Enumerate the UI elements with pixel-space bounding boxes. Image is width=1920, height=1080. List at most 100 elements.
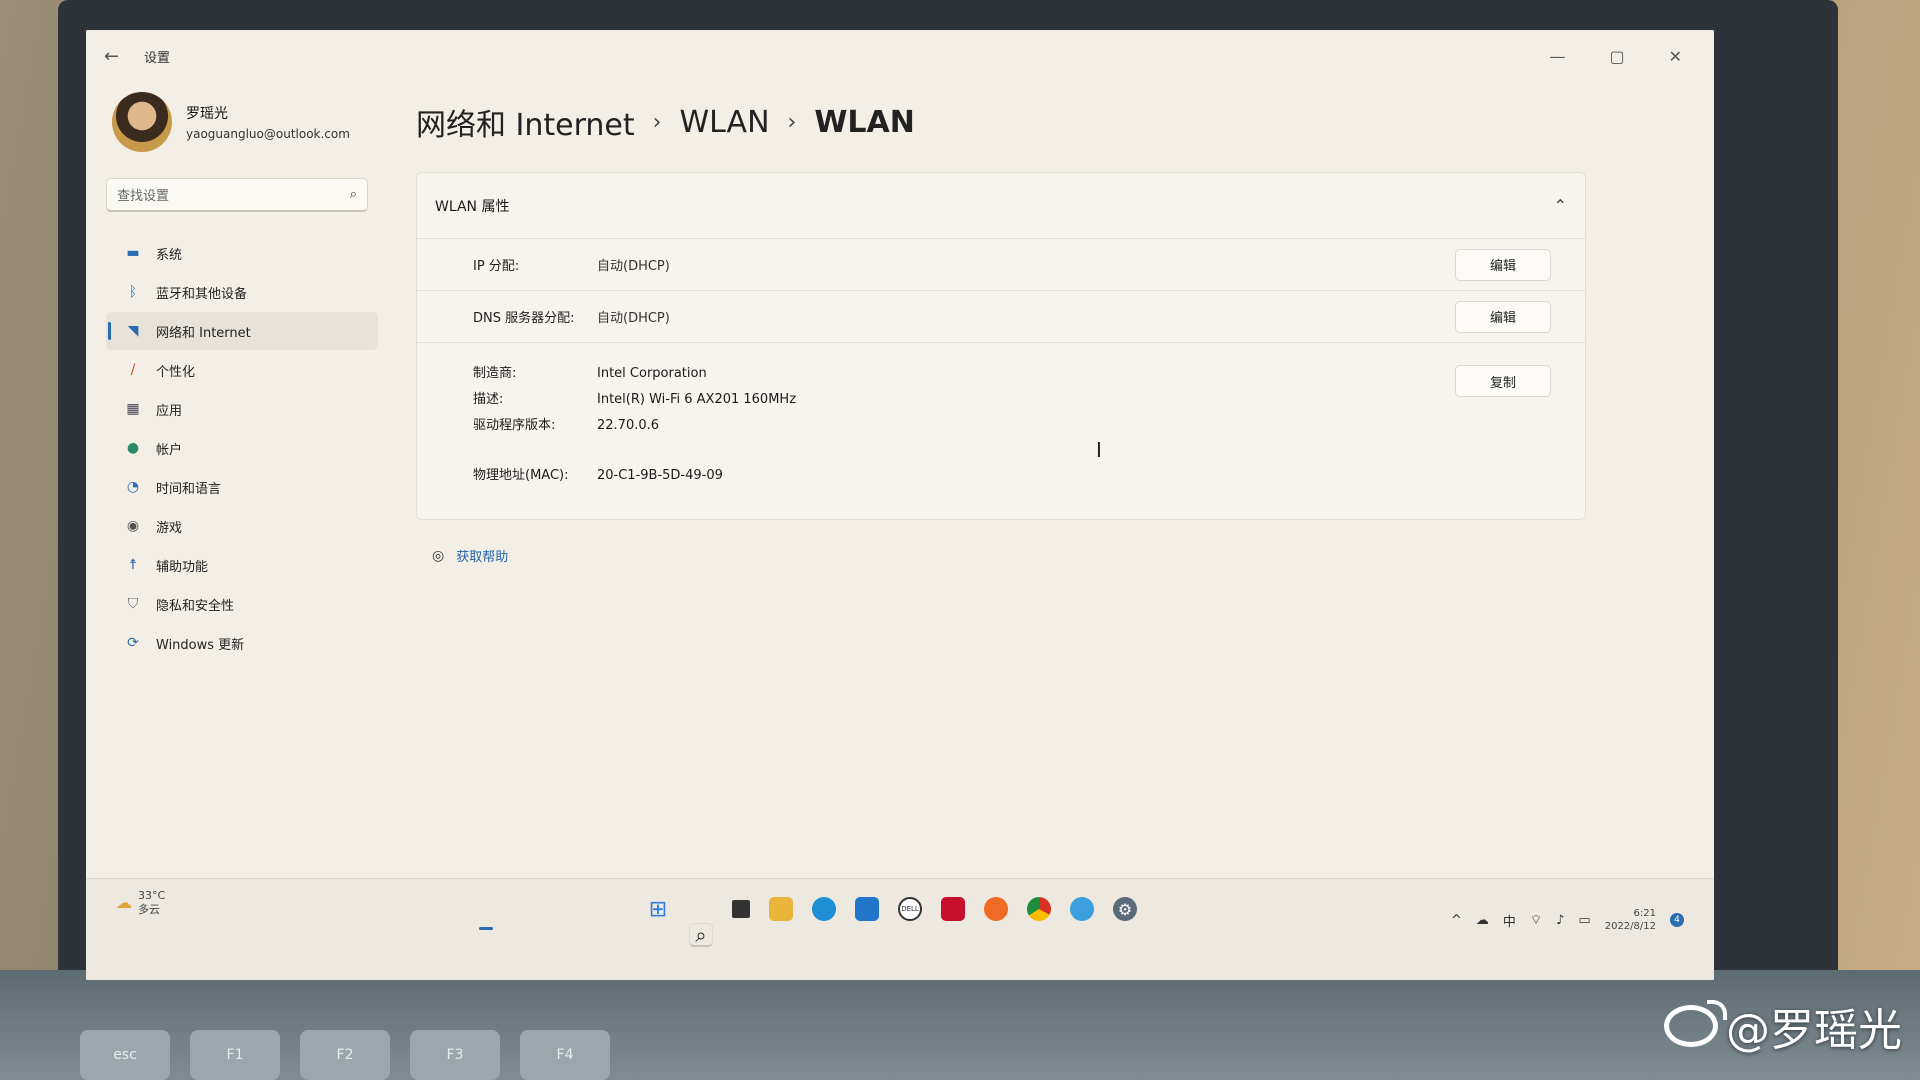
wifi-icon: ◥ — [127, 323, 139, 339]
help-label: 获取帮助 — [456, 550, 509, 565]
weather-temp: 33°C — [138, 889, 166, 902]
update-icon: ⟳ — [127, 635, 139, 651]
window-controls: — ▢ ✕ — [1549, 47, 1696, 66]
get-help-link[interactable]: ◎ 获取帮助 — [416, 546, 1606, 566]
sidebar-item-time-language[interactable]: ◔ 时间和语言 — [106, 468, 378, 506]
mac-row: 物理地址(MAC): 20-C1-9B-5D-49-09 — [473, 463, 1455, 489]
sidebar-item-gaming[interactable]: ◉ 游戏 — [106, 507, 378, 545]
sidebar-item-accounts[interactable]: ● 帐户 — [106, 429, 378, 467]
key-f3: F3 — [410, 1030, 500, 1080]
clock-date: 2022/8/12 — [1604, 921, 1656, 932]
edit-ip-button[interactable]: 编辑 — [1455, 248, 1551, 281]
network-icon[interactable]: ⌔ — [1530, 912, 1542, 928]
chrome-icon[interactable] — [1027, 897, 1051, 921]
active-app-indicator — [479, 927, 493, 930]
clock-time: 6:21 — [1633, 908, 1656, 919]
weibo-logo-icon — [1664, 1000, 1727, 1047]
weather-widget[interactable]: ☁ 33°C 多云 — [116, 889, 165, 917]
sidebar-item-accessibility[interactable]: ☨ 辅助功能 — [106, 546, 378, 584]
sidebar-item-label: 帐户 — [156, 442, 183, 458]
mac-label: 物理地址(MAC): — [473, 468, 569, 483]
chevron-right-icon: › — [787, 109, 797, 135]
search-placeholder: 查找设置 — [117, 189, 170, 204]
file-explorer-icon[interactable] — [769, 897, 793, 921]
breadcrumb: 网络和 Internet › WLAN › WLAN — [416, 92, 1606, 152]
mcafee-icon[interactable] — [941, 897, 965, 921]
screen: ← 设置 — ▢ ✕ 罗瑶光 yaoguangluo@outlook.com 查… — [86, 30, 1714, 980]
sidebar-item-system[interactable]: ▬ 系统 — [106, 234, 378, 272]
avatar — [112, 92, 172, 152]
clock[interactable]: 6:21 2022/8/12 — [1605, 907, 1656, 933]
main-content: 网络和 Internet › WLAN › WLAN WLAN 属性 ⌃ IP … — [416, 92, 1606, 565]
card-header[interactable]: WLAN 属性 ⌃ — [417, 173, 1585, 239]
chevron-up-icon[interactable]: ⌃ — [1554, 196, 1567, 215]
description-value: Intel(R) Wi-Fi 6 AX201 160MHz — [597, 392, 797, 407]
search-icon[interactable]: ⌕ — [689, 923, 713, 947]
bluetooth-icon: ᛒ — [128, 284, 138, 300]
sidebar-item-label: 游戏 — [156, 520, 183, 536]
sidebar-item-personalization[interactable]: / 个性化 — [106, 351, 378, 389]
dell-icon[interactable]: DELL — [898, 897, 922, 921]
settings-gear-icon[interactable]: ⚙ — [1113, 897, 1137, 921]
search-icon[interactable]: ⌕ — [350, 187, 357, 202]
firefox-icon[interactable] — [984, 897, 1008, 921]
ip-label: IP 分配: — [473, 259, 520, 274]
cloud-icon[interactable]: ☁ — [1476, 913, 1489, 928]
sidebar-item-label: 应用 — [156, 403, 183, 419]
description-label: 描述: — [473, 392, 504, 407]
sidebar-item-label: 个性化 — [156, 364, 196, 380]
edit-dns-button[interactable]: 编辑 — [1455, 300, 1551, 333]
sidebar-item-apps[interactable]: ▦ 应用 — [106, 390, 378, 428]
settings-window: ← 设置 — ▢ ✕ 罗瑶光 yaoguangluo@outlook.com 查… — [86, 30, 1714, 878]
dns-label: DNS 服务器分配: — [473, 311, 575, 326]
chevron-up-icon[interactable]: ^ — [1451, 913, 1462, 928]
sidebar-item-privacy[interactable]: ⛉ 隐私和安全性 — [106, 585, 378, 623]
breadcrumb-wlan[interactable]: WLAN — [679, 105, 769, 140]
profile-email: yaoguangluo@outlook.com — [186, 127, 350, 141]
gamepad-icon: ◉ — [126, 518, 140, 534]
sidebar-item-windows-update[interactable]: ⟳ Windows 更新 — [106, 624, 378, 662]
mac-value: 20-C1-9B-5D-49-09 — [597, 468, 723, 483]
breadcrumb-network[interactable]: 网络和 Internet — [416, 100, 635, 144]
windows-start-icon[interactable]: ⊞ — [646, 897, 670, 922]
weibo-watermark: @罗瑶光 — [1664, 994, 1902, 1058]
volume-icon[interactable]: ♪ — [1556, 913, 1564, 928]
key-esc: esc — [80, 1030, 170, 1080]
driver-row: 驱动程序版本: 22.70.0.6 — [473, 413, 1455, 439]
display-icon: ▬ — [126, 245, 140, 261]
globe-clock-icon: ◔ — [126, 479, 140, 495]
battery-icon[interactable]: ▭ — [1578, 913, 1590, 928]
sidebar-item-label: 系统 — [156, 247, 183, 263]
window-title: 设置 — [144, 50, 171, 66]
internet-explorer-icon[interactable] — [1070, 897, 1094, 921]
laptop-keyboard — [0, 970, 1920, 1080]
ime-indicator[interactable]: 中 — [1503, 911, 1516, 930]
shield-icon: ⛉ — [127, 596, 139, 612]
key-f2: F2 — [300, 1030, 390, 1080]
store-icon[interactable] — [855, 897, 879, 921]
close-icon[interactable]: ✕ — [1669, 47, 1682, 66]
sidebar-item-label: 网络和 Internet — [156, 325, 251, 341]
key-f1: F1 — [190, 1030, 280, 1080]
maximize-icon[interactable]: ▢ — [1609, 47, 1624, 66]
key-f4: F4 — [520, 1030, 610, 1080]
watermark-text: @罗瑶光 — [1726, 1005, 1902, 1056]
back-arrow-icon[interactable]: ← — [104, 46, 132, 67]
system-tray: ^ ☁ 中 ⌔ ♪ ▭ 6:21 2022/8/12 4 — [1451, 907, 1684, 933]
edge-icon[interactable] — [812, 897, 836, 921]
dns-value: 自动(DHCP) — [597, 311, 670, 326]
sidebar-item-bluetooth[interactable]: ᛒ 蓝牙和其他设备 — [106, 273, 378, 311]
sidebar-item-network[interactable]: ◥ 网络和 Internet — [106, 312, 378, 350]
copy-button[interactable]: 复制 — [1455, 365, 1551, 397]
help-icon: ◎ — [432, 547, 445, 564]
task-view-icon[interactable] — [732, 900, 750, 918]
notification-badge[interactable]: 4 — [1670, 913, 1684, 927]
user-profile[interactable]: 罗瑶光 yaoguangluo@outlook.com — [106, 92, 396, 152]
wlan-properties-card: WLAN 属性 ⌃ IP 分配: 自动(DHCP) 编辑 DNS 服务器分配: … — [416, 172, 1586, 520]
minimize-icon[interactable]: — — [1549, 47, 1565, 66]
search-input[interactable]: 查找设置 ⌕ — [106, 178, 368, 212]
sidebar-item-label: 蓝牙和其他设备 — [156, 286, 248, 302]
apps-icon: ▦ — [126, 401, 140, 417]
brush-icon: / — [130, 362, 136, 378]
sidebar-item-label: 辅助功能 — [156, 559, 209, 575]
